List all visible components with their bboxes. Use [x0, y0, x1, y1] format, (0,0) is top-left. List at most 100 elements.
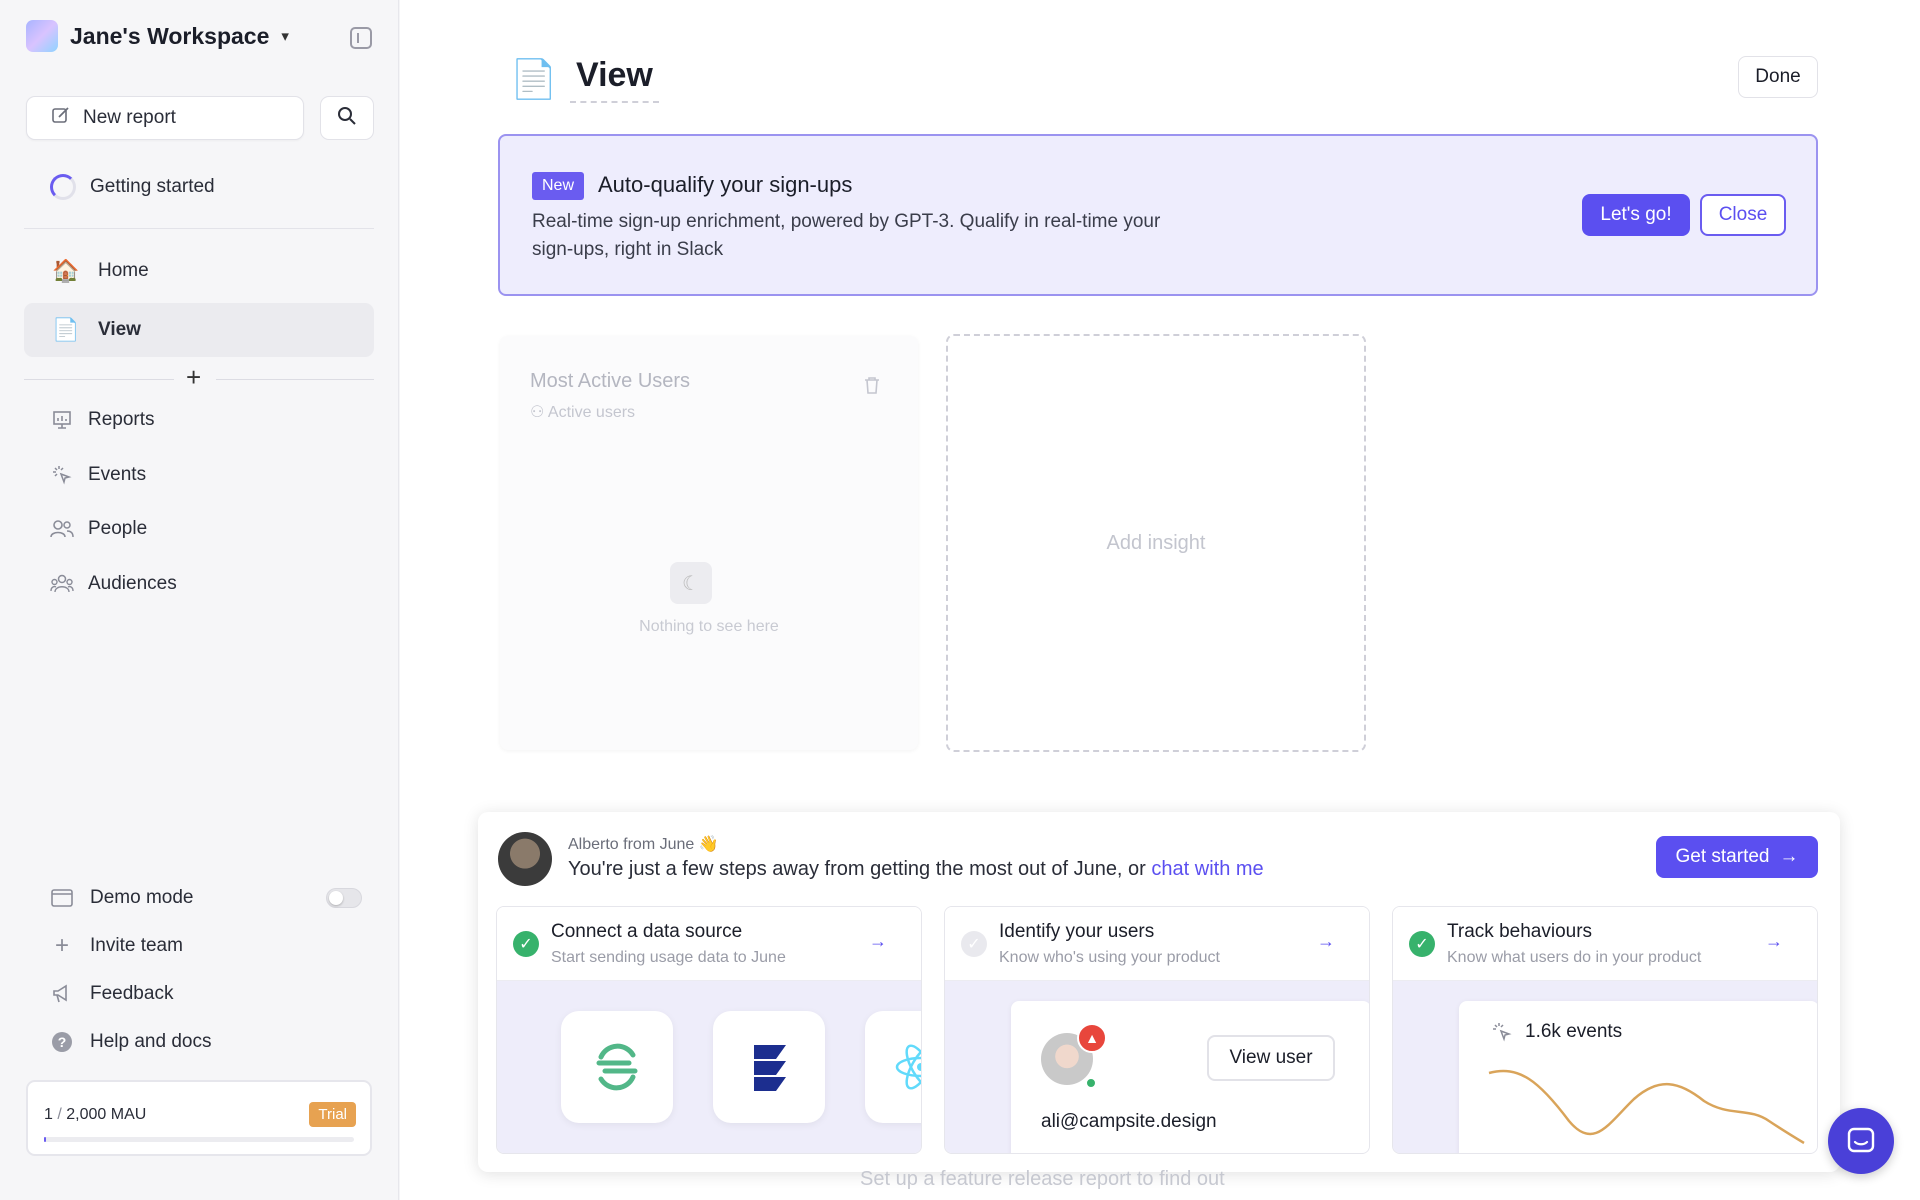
invite-team-label: Invite team	[90, 935, 183, 956]
sidebar-divider	[24, 228, 374, 229]
check-icon: ✓	[513, 931, 539, 957]
workspace-name: Jane's Workspace	[70, 22, 270, 49]
mau-progress-bar	[44, 1137, 354, 1142]
edit-icon	[51, 105, 71, 131]
feedback-item[interactable]: Feedback	[50, 982, 173, 1006]
workspace-switcher[interactable]: Jane's Workspace ▾	[26, 20, 289, 52]
step-card-track-behaviours[interactable]: ✓ Track behaviours Know what users do in…	[1392, 906, 1818, 1154]
step-title: Connect a data source	[551, 921, 743, 942]
user-icon: ⚇	[530, 404, 548, 421]
demo-mode-toggle[interactable]	[326, 888, 362, 908]
chevron-down-icon: ▾	[281, 28, 289, 45]
close-banner-button[interactable]: Close	[1700, 194, 1786, 236]
avatar	[498, 832, 552, 886]
house-icon: 🏠	[52, 258, 80, 283]
sidebar: Jane's Workspace ▾ New report Getting st…	[0, 0, 399, 1200]
step-card-connect-data[interactable]: ✓ Connect a data source Start sending us…	[496, 906, 922, 1154]
promo-banner: New Auto-qualify your sign-ups Real-time…	[498, 134, 1818, 296]
sidebar-item-reports[interactable]: Reports	[50, 408, 155, 432]
getting-started-label: Getting started	[90, 176, 215, 197]
help-docs-label: Help and docs	[90, 1031, 212, 1052]
document-icon: 📄	[510, 59, 558, 101]
onboarding-message: You're just a few steps away from gettin…	[568, 858, 1264, 880]
sidebar-item-audiences[interactable]: Audiences	[50, 572, 177, 596]
progress-ring-icon	[50, 174, 76, 200]
campsite-logo-icon: ▲	[1077, 1023, 1107, 1053]
view-user-button[interactable]: View user	[1207, 1035, 1335, 1081]
sidebar-item-home[interactable]: 🏠 Home	[24, 244, 374, 298]
invite-team-item[interactable]: + Invite team	[50, 932, 183, 959]
question-icon: ?	[50, 1030, 74, 1054]
new-report-label: New report	[83, 107, 176, 128]
arrow-right-icon: →	[1317, 931, 1335, 951]
step-title: Identify your users	[999, 921, 1155, 942]
onboarding-sender: Alberto from June 👋	[568, 836, 719, 853]
users-icon	[50, 517, 74, 541]
get-started-button[interactable]: Get started →	[1656, 836, 1818, 878]
step-subtitle: Know what users do in your product	[1447, 949, 1702, 966]
react-logo-icon	[865, 1011, 921, 1123]
sidebar-item-label: People	[88, 518, 148, 539]
main-content: 📄 View Done New Auto-qualify your sign-u…	[400, 0, 1920, 1200]
segment-logo-icon	[561, 1011, 673, 1123]
megaphone-icon	[50, 982, 74, 1006]
empty-state-text: Nothing to see here	[639, 618, 779, 635]
add-insight-button[interactable]: Add insight	[946, 334, 1366, 752]
insight-subtitle: ⚇ Active users	[530, 404, 636, 421]
collapse-sidebar-icon[interactable]	[350, 27, 372, 49]
cursor-click-icon	[50, 463, 74, 487]
lets-go-button[interactable]: Let's go!	[1582, 194, 1690, 236]
arrow-right-icon: →	[1765, 931, 1783, 951]
events-sparkline	[1488, 1069, 1805, 1145]
window-icon	[50, 886, 74, 910]
user-email: ali@campsite.design	[1041, 1111, 1217, 1132]
cursor-click-icon	[1491, 1021, 1513, 1048]
moon-icon: ☾	[670, 562, 712, 604]
page-title[interactable]: View	[570, 56, 659, 103]
sidebar-item-label: Reports	[88, 409, 155, 430]
sidebar-item-people[interactable]: People	[50, 517, 147, 541]
new-badge: New	[532, 172, 585, 200]
plus-icon[interactable]: +	[186, 362, 201, 393]
insight-card[interactable]: Most Active Users ⚇ Active users ☾ Nothi…	[500, 336, 918, 750]
plus-icon: +	[54, 932, 69, 959]
getting-started-item[interactable]: Getting started	[50, 174, 215, 200]
new-report-button[interactable]: New report	[26, 96, 304, 140]
svg-text:?: ?	[58, 1034, 67, 1050]
step-title: Track behaviours	[1447, 921, 1593, 942]
sidebar-item-view[interactable]: 📄 View	[24, 303, 374, 357]
check-icon: ✓	[1409, 931, 1435, 957]
user-preview-card: ▲ View user ali@campsite.design	[1011, 1001, 1369, 1153]
arrow-right-icon: →	[869, 931, 887, 951]
mau-usage-card[interactable]: 1 / 2,000 MAU Trial	[26, 1080, 372, 1156]
help-docs-item[interactable]: ? Help and docs	[50, 1030, 211, 1054]
sidebar-item-label: View	[98, 319, 141, 340]
document-icon: 📄	[52, 317, 80, 342]
sidebar-item-events[interactable]: Events	[50, 463, 146, 487]
onboarding-panel: Alberto from June 👋 You're just a few st…	[478, 812, 1840, 1172]
sidebar-item-label: Home	[98, 260, 149, 281]
chat-icon	[1847, 1127, 1875, 1153]
demo-mode-label: Demo mode	[90, 887, 194, 908]
done-button[interactable]: Done	[1738, 56, 1818, 98]
search-icon	[337, 106, 357, 131]
sidebar-item-label: Events	[88, 464, 147, 485]
user-group-icon	[50, 572, 74, 596]
workspace-avatar	[26, 20, 58, 52]
step-subtitle: Know who's using your product	[999, 949, 1220, 966]
chat-with-me-link[interactable]: chat with me	[1151, 858, 1263, 880]
banner-title: Auto-qualify your sign-ups	[598, 172, 853, 197]
feature-release-hint: Set up a feature release report to find …	[860, 1168, 1225, 1190]
add-view-row[interactable]: +	[24, 362, 374, 392]
mau-usage-text: 1 / 2,000 MAU	[44, 1106, 147, 1123]
feedback-label: Feedback	[90, 983, 174, 1004]
events-preview-card: 1.6k events	[1459, 1001, 1817, 1153]
search-button[interactable]	[320, 96, 374, 140]
step-card-identify-users[interactable]: ✓ Identify your users Know who's using y…	[944, 906, 1370, 1154]
chat-launcher-button[interactable]	[1828, 1108, 1894, 1174]
step-subtitle: Start sending usage data to June	[551, 949, 786, 966]
arrow-right-icon: →	[1779, 846, 1799, 867]
trash-icon[interactable]	[864, 376, 880, 399]
insight-title: Most Active Users	[530, 370, 691, 392]
demo-mode-item[interactable]: Demo mode	[50, 886, 194, 910]
